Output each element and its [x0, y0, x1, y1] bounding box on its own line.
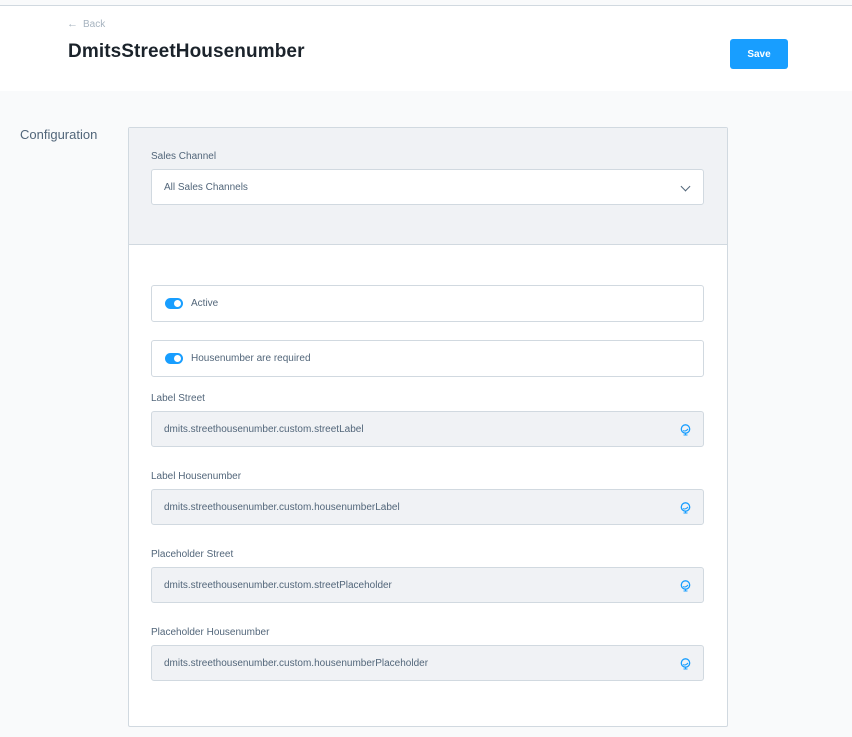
housenumber-required-switch-field[interactable]: Housenumber are required: [151, 340, 704, 377]
housenumber-required-switch-label: Housenumber are required: [191, 353, 311, 364]
sales-channel-select[interactable]: All Sales Channels: [151, 169, 704, 205]
sales-channel-panel: Sales Channel All Sales Channels: [129, 128, 727, 245]
sales-channel-label: Sales Channel: [151, 151, 217, 162]
label-housenumber-value: dmits.streethousenumber.custom.housenumb…: [164, 501, 400, 513]
globe-icon[interactable]: [680, 580, 691, 592]
page-title: DmitsStreetHousenumber: [68, 41, 305, 62]
sales-channel-value: All Sales Channels: [164, 181, 248, 193]
globe-icon[interactable]: [680, 658, 691, 670]
label-housenumber-label: Label Housenumber: [151, 471, 242, 482]
label-street-label: Label Street: [151, 393, 205, 404]
section-label: Configuration: [20, 127, 98, 142]
save-button[interactable]: Save: [730, 39, 788, 69]
back-label: Back: [83, 19, 106, 30]
placeholder-housenumber-label: Placeholder Housenumber: [151, 627, 270, 638]
configuration-card: Sales Channel All Sales Channels Active …: [128, 127, 728, 727]
label-street-value: dmits.streethousenumber.custom.streetLab…: [164, 423, 364, 435]
placeholder-street-input[interactable]: dmits.streethousenumber.custom.streetPla…: [151, 567, 704, 603]
back-link[interactable]: ← Back: [67, 18, 106, 31]
globe-icon[interactable]: [680, 424, 691, 436]
active-toggle[interactable]: [165, 298, 183, 309]
active-switch-label: Active: [191, 298, 219, 309]
active-switch-field[interactable]: Active: [151, 285, 704, 322]
arrow-left-icon: ←: [67, 18, 78, 30]
chevron-down-icon: [680, 181, 691, 192]
page-header: ← Back DmitsStreetHousenumber Save: [0, 6, 852, 91]
placeholder-street-label: Placeholder Street: [151, 549, 234, 560]
label-street-input[interactable]: dmits.streethousenumber.custom.streetLab…: [151, 411, 704, 447]
placeholder-street-value: dmits.streethousenumber.custom.streetPla…: [164, 579, 392, 591]
placeholder-housenumber-input[interactable]: dmits.streethousenumber.custom.housenumb…: [151, 645, 704, 681]
housenumber-required-toggle[interactable]: [165, 353, 183, 364]
globe-icon[interactable]: [680, 502, 691, 514]
placeholder-housenumber-value: dmits.streethousenumber.custom.housenumb…: [164, 657, 429, 669]
label-housenumber-input[interactable]: dmits.streethousenumber.custom.housenumb…: [151, 489, 704, 525]
